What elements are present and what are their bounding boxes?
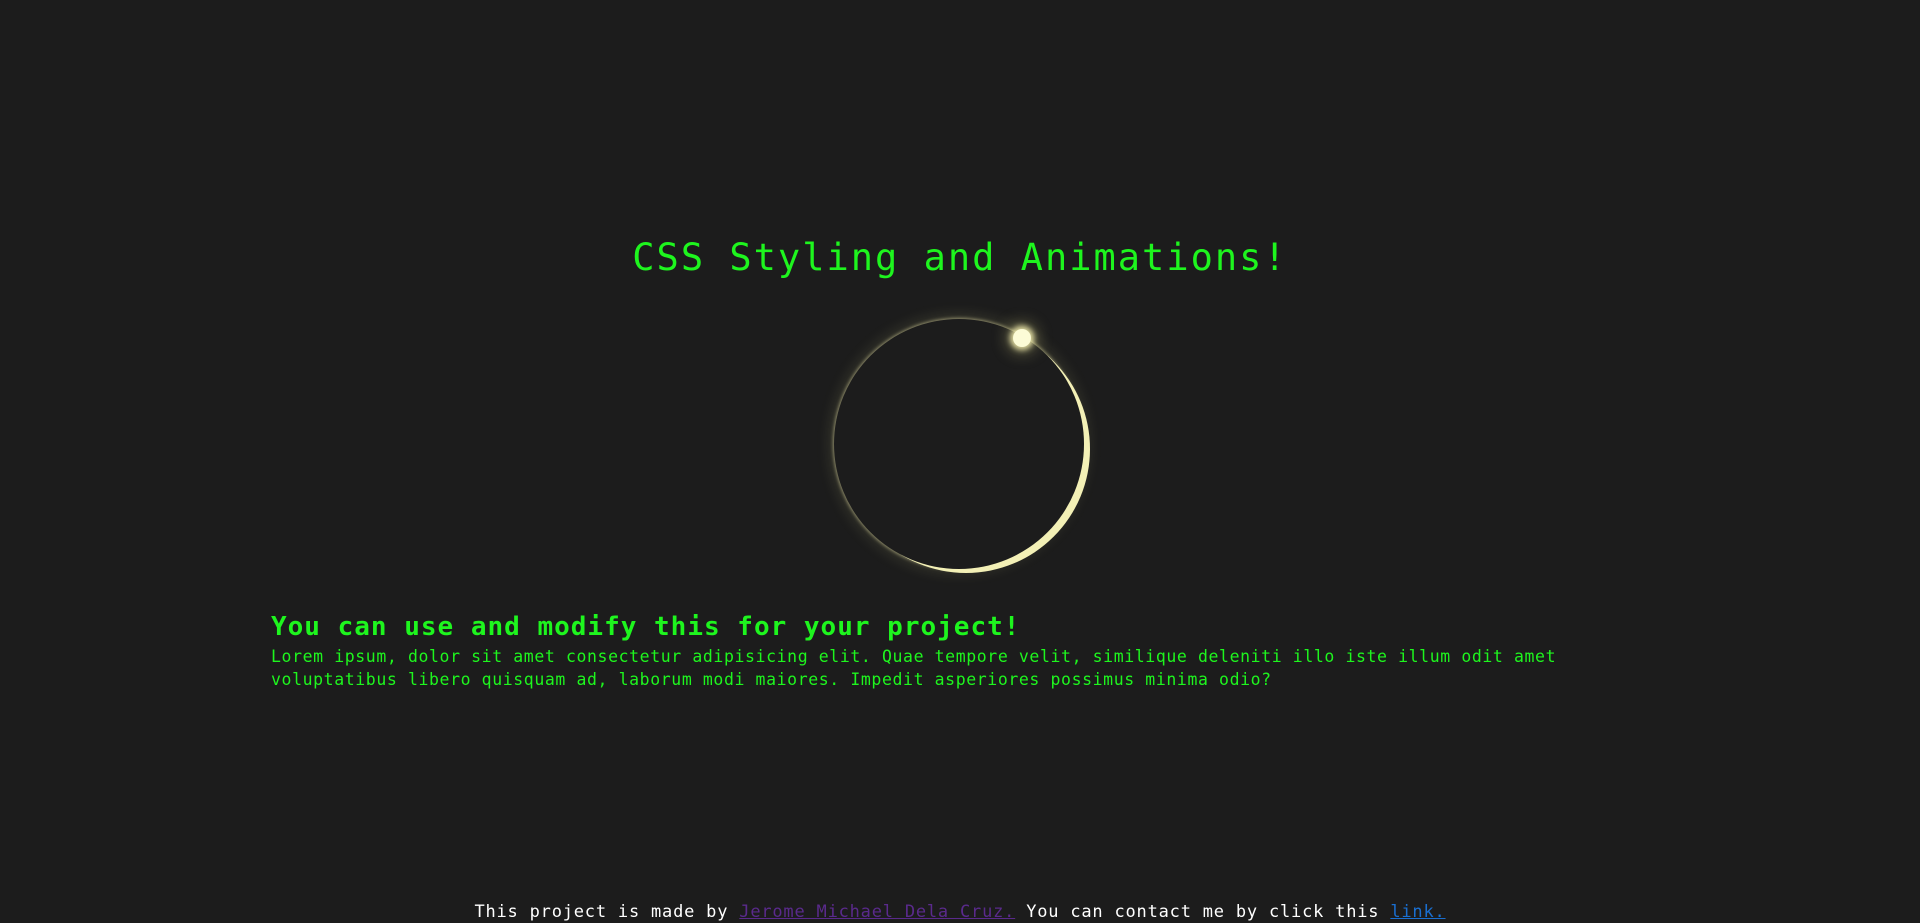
footer-middle-text: You can contact me by click this [1015,902,1391,922]
page: CSS Styling and Animations! You can use … [0,0,1920,923]
section-paragraph: Lorem ipsum, dolor sit amet consectetur … [271,647,1557,689]
section-heading: You can use and modify this for your pro… [271,612,1021,642]
footer-prefix-text: This project is made by [474,902,740,922]
author-link[interactable]: Jerome Michael Dela Cruz. [739,902,1015,922]
glow-dot [1013,329,1031,347]
footer: This project is made by Jerome Michael D… [0,901,1920,923]
contact-link[interactable]: link. [1390,902,1445,922]
page-title: CSS Styling and Animations! [632,236,1288,279]
content-section: You can use and modify this for your pro… [271,609,1651,691]
eclipse-animation [834,319,1084,569]
